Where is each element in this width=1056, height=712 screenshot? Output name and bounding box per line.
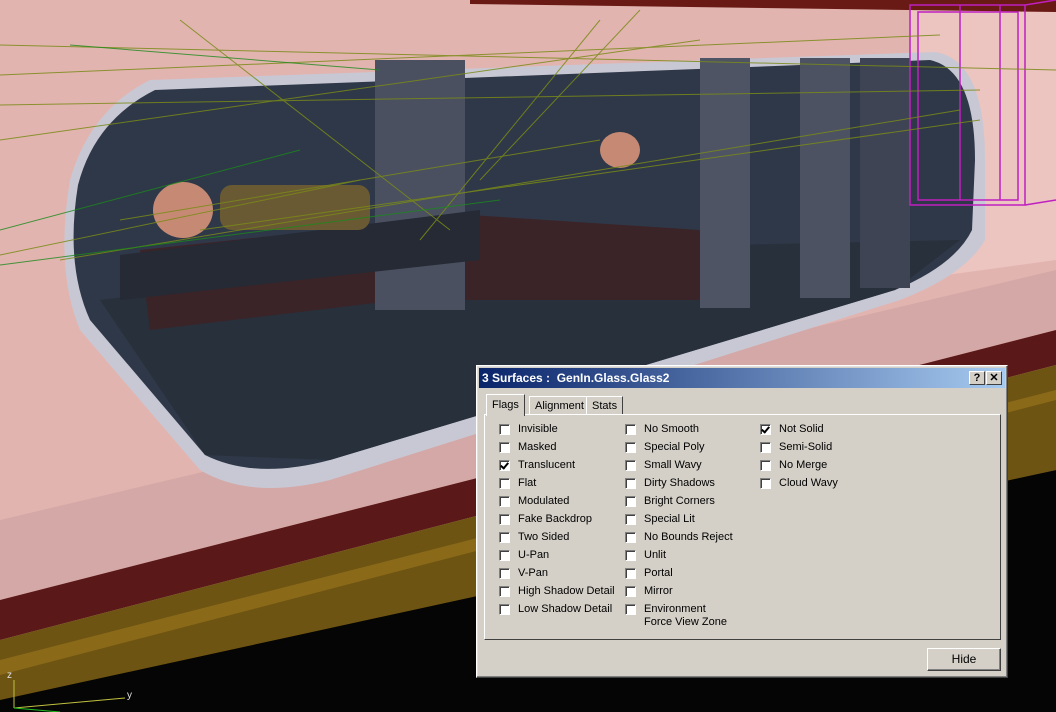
flag-fake-backdrop-checkbox[interactable]: Fake Backdrop <box>499 513 592 529</box>
checkbox-box[interactable] <box>760 478 771 489</box>
checkbox-box[interactable] <box>625 424 636 435</box>
flag-label: Flat <box>518 477 537 489</box>
checkbox-box[interactable] <box>499 550 510 561</box>
flag-translucent-checkbox[interactable]: Translucent <box>499 459 575 475</box>
checkbox-box[interactable] <box>499 424 510 435</box>
checkbox-box[interactable] <box>499 568 510 579</box>
axis-label-z: z <box>7 670 12 681</box>
flag-label: U-Pan <box>518 549 550 561</box>
flag-mirror-checkbox[interactable]: Mirror <box>625 585 673 601</box>
checkbox-box[interactable] <box>499 532 510 543</box>
flag-invisible-checkbox[interactable]: Invisible <box>499 423 558 439</box>
flag-small-wavy-checkbox[interactable]: Small Wavy <box>625 459 702 475</box>
surface-properties-dialog: 3 Surfaces : GenIn.Glass.Glass2 ? ✕ Flag… <box>476 365 1008 678</box>
flag-modulated-checkbox[interactable]: Modulated <box>499 495 569 511</box>
flag-label: Environment Force View Zone <box>644 603 727 629</box>
checkbox-box[interactable] <box>499 514 510 525</box>
checkbox-box[interactable] <box>625 442 636 453</box>
flag-label: Unlit <box>644 549 667 561</box>
checkbox-box[interactable] <box>625 514 636 525</box>
checkbox-box[interactable] <box>625 568 636 579</box>
checkbox-box[interactable] <box>499 604 510 615</box>
close-button[interactable]: ✕ <box>986 371 1002 385</box>
flag-dirty-shadows-checkbox[interactable]: Dirty Shadows <box>625 477 715 493</box>
checkbox-box[interactable] <box>625 604 636 615</box>
checkbox-box[interactable] <box>499 460 510 471</box>
flag-no-bounds-reject-checkbox[interactable]: No Bounds Reject <box>625 531 733 547</box>
flag-label: Small Wavy <box>644 459 702 471</box>
flag-semi-solid-checkbox[interactable]: Semi-Solid <box>760 441 832 457</box>
flag-label: Two Sided <box>518 531 570 543</box>
dialog-title: 3 Surfaces : GenIn.Glass.Glass2 <box>482 371 670 385</box>
flag-two-sided-checkbox[interactable]: Two Sided <box>499 531 569 547</box>
tab-stats[interactable]: Stats <box>586 396 624 414</box>
help-button[interactable]: ? <box>969 371 985 385</box>
flag-u-pan-checkbox[interactable]: U-Pan <box>499 549 549 565</box>
checkbox-box[interactable] <box>625 460 636 471</box>
tab-alignment[interactable]: Alignment <box>529 396 590 414</box>
checkbox-box[interactable] <box>760 442 771 453</box>
flag-no-merge-checkbox[interactable]: No Merge <box>760 459 827 475</box>
flag-cloud-wavy-checkbox[interactable]: Cloud Wavy <box>760 477 838 493</box>
checkbox-box[interactable] <box>499 496 510 507</box>
flag-label-line-1: Environment <box>644 603 706 615</box>
flag-unlit-checkbox[interactable]: Unlit <box>625 549 666 565</box>
flag-label: Masked <box>518 441 557 453</box>
flag-low-shadow-detail-checkbox[interactable]: Low Shadow Detail <box>499 603 612 619</box>
checkbox-box[interactable] <box>499 586 510 597</box>
close-icon: ✕ <box>989 372 999 384</box>
flag-v-pan-checkbox[interactable]: V-Pan <box>499 567 548 583</box>
tab-flags[interactable]: Flags <box>486 394 525 416</box>
flag-label: Bright Corners <box>644 495 715 507</box>
flag-bright-corners-checkbox[interactable]: Bright Corners <box>625 495 715 511</box>
flag-special-lit-checkbox[interactable]: Special Lit <box>625 513 695 529</box>
flag-label: Semi-Solid <box>779 441 833 453</box>
flag-label: Not Solid <box>779 423 824 435</box>
flag-label: Special Poly <box>644 441 705 453</box>
axis-label-y: y <box>127 690 132 701</box>
flag-label: Cloud Wavy <box>779 477 838 489</box>
checkbox-box[interactable] <box>499 442 510 453</box>
flag-label-line-2: Force View Zone <box>644 616 727 628</box>
flag-label: Modulated <box>518 495 570 507</box>
flag-label: Mirror <box>644 585 673 597</box>
flag-no-smooth-checkbox[interactable]: No Smooth <box>625 423 699 439</box>
checkbox-box[interactable] <box>625 532 636 543</box>
flag-label: Dirty Shadows <box>644 477 715 489</box>
checkbox-box[interactable] <box>625 496 636 507</box>
flags-panel: Invisible Masked Translucent Flat Modulated F… <box>484 414 1001 640</box>
hide-button[interactable]: Hide <box>927 648 1001 671</box>
flag-label: No Merge <box>779 459 828 471</box>
flag-label: High Shadow Detail <box>518 585 615 597</box>
flag-label: Special Lit <box>644 513 695 525</box>
flag-label: No Bounds Reject <box>644 531 733 543</box>
flag-label: Portal <box>644 567 673 579</box>
checkbox-box[interactable] <box>760 424 771 435</box>
flag-masked-checkbox[interactable]: Masked <box>499 441 557 457</box>
flag-special-poly-checkbox[interactable]: Special Poly <box>625 441 705 457</box>
checkbox-box[interactable] <box>625 586 636 597</box>
flag-high-shadow-detail-checkbox[interactable]: High Shadow Detail <box>499 585 615 601</box>
checkbox-box[interactable] <box>625 550 636 561</box>
flag-label: Translucent <box>518 459 576 471</box>
checkbox-box[interactable] <box>625 478 636 489</box>
flag-label: V-Pan <box>518 567 548 579</box>
flag-label: Fake Backdrop <box>518 513 592 525</box>
flag-label: Low Shadow Detail <box>518 603 613 615</box>
flag-environment-checkbox[interactable]: Environment Force View Zone <box>625 603 727 631</box>
flag-label: No Smooth <box>644 423 700 435</box>
checkbox-box[interactable] <box>499 478 510 489</box>
flag-flat-checkbox[interactable]: Flat <box>499 477 536 493</box>
flag-label: Invisible <box>518 423 558 435</box>
flag-portal-checkbox[interactable]: Portal <box>625 567 673 583</box>
checkbox-box[interactable] <box>760 460 771 471</box>
dialog-titlebar[interactable]: 3 Surfaces : GenIn.Glass.Glass2 ? ✕ <box>479 368 1005 388</box>
flag-not-solid-checkbox[interactable]: Not Solid <box>760 423 824 439</box>
